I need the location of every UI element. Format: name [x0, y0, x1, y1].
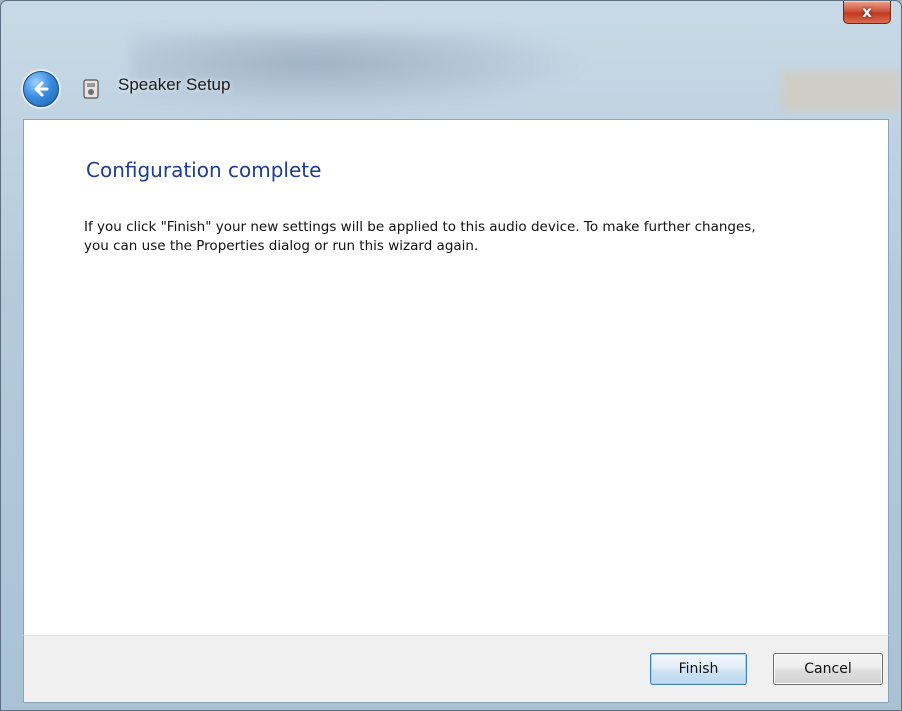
- close-icon: x: [862, 2, 872, 21]
- close-button[interactable]: x: [843, 1, 891, 24]
- instruction-text: If you click "Finish" your new settings …: [84, 219, 756, 254]
- glass-background-blur-right: [781, 71, 901, 111]
- back-arrow-icon: [34, 81, 49, 97]
- wizard-content: Configuration complete If you click "Fin…: [23, 119, 889, 635]
- speaker-setup-icon: [83, 79, 99, 99]
- wizard-window: x Speaker Setup Configuration complete I…: [0, 0, 902, 711]
- page-heading: Configuration complete: [86, 158, 322, 182]
- wizard-footer: Finish Cancel: [23, 635, 889, 703]
- window-title: Speaker Setup: [118, 75, 231, 94]
- finish-button[interactable]: Finish: [650, 653, 747, 685]
- glass-background-blur: [131, 31, 591, 111]
- back-button[interactable]: [23, 71, 59, 107]
- cancel-button[interactable]: Cancel: [773, 653, 883, 685]
